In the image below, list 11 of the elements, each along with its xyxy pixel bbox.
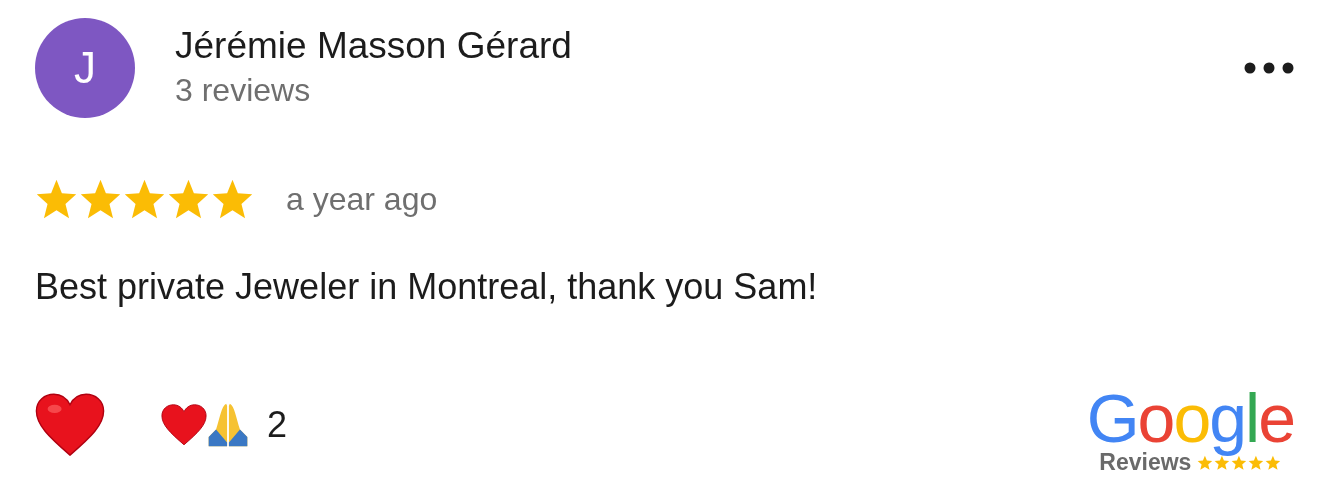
reviewer-name: Jérémie Masson Gérard	[175, 24, 573, 68]
review-count: 3 reviews	[175, 71, 312, 110]
avatar: J	[35, 18, 135, 118]
reaction-count: 2	[267, 403, 288, 446]
heart-icon	[161, 403, 207, 446]
heart-icon[interactable]	[35, 392, 105, 457]
badge-caption: Reviews	[1099, 449, 1192, 476]
review-time: a year ago	[286, 181, 438, 218]
review-text: Best private Jeweler in Montreal, thank you Sam!	[35, 266, 819, 308]
more-options-icon[interactable]	[1244, 62, 1294, 74]
stars-icon	[1197, 454, 1282, 471]
